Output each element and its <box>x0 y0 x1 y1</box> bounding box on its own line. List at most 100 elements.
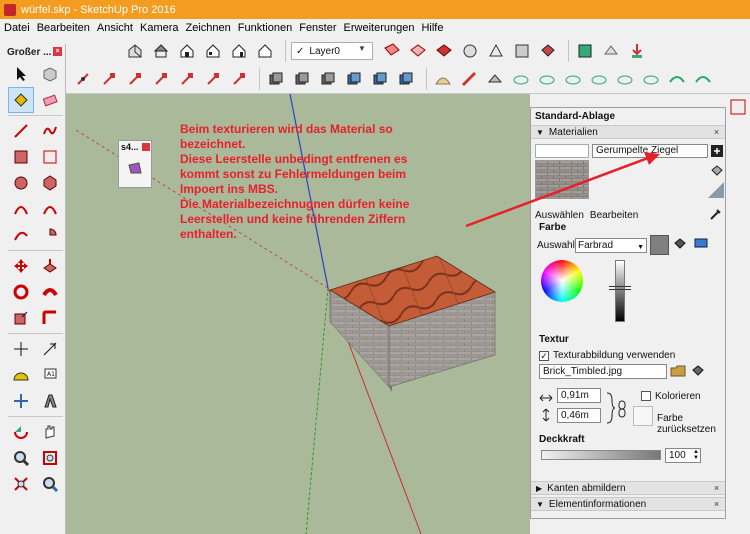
rotated-rectangle-icon[interactable] <box>37 144 63 170</box>
zoom-window-icon[interactable] <box>37 445 63 471</box>
soften-edges-header[interactable]: ▶ Kanten abmildern × <box>531 481 725 495</box>
axes-v-icon[interactable] <box>150 68 172 90</box>
paint-bucket-icon[interactable] <box>8 87 34 113</box>
color-picker-dropdown[interactable]: Farbrad ▼ <box>575 238 647 253</box>
add-detail-icon[interactable] <box>536 68 558 90</box>
follow-me-icon[interactable] <box>37 279 63 305</box>
smoove-icon[interactable] <box>458 68 480 90</box>
browse-folder-icon[interactable] <box>670 364 686 378</box>
entity-info-header[interactable]: ▼ Elementinformationen × <box>531 497 725 511</box>
close-icon[interactable] <box>142 143 150 151</box>
close-icon[interactable]: × <box>712 484 721 493</box>
texture-height-field[interactable]: 0,46m <box>557 408 601 423</box>
extra-tool-icon[interactable] <box>726 94 750 124</box>
freehand-icon[interactable] <box>37 118 63 144</box>
stamp-icon[interactable] <box>484 68 506 90</box>
close-icon[interactable]: × <box>712 500 721 509</box>
sandbox-icon[interactable] <box>432 68 454 90</box>
rectangle-tool-icon[interactable] <box>8 144 34 170</box>
menu-bearbeiten[interactable]: Bearbeiten <box>37 22 90 34</box>
create-material-icon[interactable] <box>710 144 724 158</box>
section-cut-icon[interactable] <box>407 40 429 62</box>
eraser-icon[interactable] <box>37 87 63 113</box>
back-view-icon[interactable] <box>228 40 250 62</box>
menu-datei[interactable]: Datei <box>4 22 30 34</box>
sandbox-scratch-icon[interactable] <box>692 68 714 90</box>
section-plane-icon[interactable] <box>381 40 403 62</box>
drape-icon[interactable] <box>510 68 532 90</box>
zoom-icon[interactable] <box>8 445 34 471</box>
wireframe-icon[interactable] <box>511 40 533 62</box>
arc-tool-icon[interactable] <box>8 196 34 222</box>
current-color-swatch[interactable] <box>650 235 669 255</box>
pie-tool-icon[interactable] <box>37 222 63 248</box>
terrain-icon[interactable] <box>588 68 610 90</box>
solid-split-icon[interactable] <box>395 68 417 90</box>
text-tool-icon[interactable]: A1 <box>37 362 63 388</box>
left-view-icon[interactable] <box>254 40 276 62</box>
pan-icon[interactable] <box>37 419 63 445</box>
top-view-icon[interactable] <box>150 40 172 62</box>
axes-f-icon[interactable] <box>228 68 250 90</box>
menu-ansicht[interactable]: Ansicht <box>97 22 133 34</box>
line-tool-icon[interactable] <box>8 118 34 144</box>
component-stack-icon[interactable] <box>265 68 287 90</box>
3d-text-icon[interactable] <box>37 388 63 414</box>
previous-view-icon[interactable] <box>37 471 63 497</box>
zoom-extents-icon[interactable] <box>8 471 34 497</box>
axes-j-icon[interactable] <box>98 68 120 90</box>
match-screen-color-icon[interactable] <box>694 237 708 251</box>
shaded-icon[interactable] <box>537 40 559 62</box>
brightness-slider[interactable] <box>615 260 625 322</box>
opacity-value-field[interactable]: 100 ▲ ▼ <box>665 448 701 463</box>
chain-link-icon[interactable] <box>617 400 631 418</box>
solid-subtract-icon[interactable] <box>317 68 339 90</box>
solid-intersect-icon[interactable] <box>343 68 365 90</box>
grid-icon[interactable] <box>666 68 688 90</box>
texture-file-field[interactable]: Brick_Timbled.jpg <box>539 364 667 379</box>
iso-view-icon[interactable] <box>124 40 146 62</box>
sample-paint-icon[interactable] <box>710 164 724 178</box>
axes-x-icon[interactable] <box>202 68 224 90</box>
axes-icon[interactable] <box>72 68 94 90</box>
share-model-icon[interactable] <box>600 40 622 62</box>
section-fill-icon[interactable] <box>433 40 455 62</box>
polygon-tool-icon[interactable] <box>37 170 63 196</box>
default-material-icon[interactable] <box>708 182 724 198</box>
solid-union-icon[interactable] <box>291 68 313 90</box>
menu-funktionen[interactable]: Funktionen <box>238 22 292 34</box>
contour-icon[interactable] <box>614 68 636 90</box>
scale-tool-icon[interactable] <box>8 305 34 331</box>
layer-dropdown[interactable]: ✓ Layer0 ▼ <box>291 42 373 60</box>
arc-3point-icon[interactable] <box>8 222 34 248</box>
extension-warehouse-icon[interactable] <box>626 40 648 62</box>
right-view-icon[interactable] <box>202 40 224 62</box>
colorize-checkbox[interactable] <box>641 391 651 401</box>
spinner-arrows-icon[interactable]: ▲ ▼ <box>693 449 699 461</box>
component-tool-icon[interactable] <box>37 61 63 87</box>
opacity-slider[interactable] <box>541 450 661 460</box>
color-wheel[interactable] <box>541 260 583 302</box>
reset-color-button[interactable] <box>633 406 653 426</box>
push-pull-icon[interactable] <box>37 253 63 279</box>
warehouse-icon[interactable] <box>574 40 596 62</box>
edit-texture-icon[interactable] <box>691 364 705 378</box>
orbit-icon[interactable] <box>8 419 34 445</box>
protractor-icon[interactable] <box>8 362 34 388</box>
flip-edge-icon[interactable] <box>562 68 584 90</box>
axes-tool-icon[interactable] <box>8 388 34 414</box>
texture-width-field[interactable]: 0,91m <box>557 388 601 403</box>
menu-erweiterungen[interactable]: Erweiterungen <box>344 22 415 34</box>
tab-auswaehlen[interactable]: Auswählen <box>535 210 584 222</box>
move-tool-icon[interactable] <box>8 253 34 279</box>
brightness-slider-handle[interactable] <box>609 286 631 290</box>
materials-section-header[interactable]: ▼ Materialien × <box>531 125 725 139</box>
offset-tool-icon[interactable] <box>37 305 63 331</box>
texture-mapping-checkbox[interactable]: ✓ <box>539 351 549 361</box>
eyedropper-icon[interactable] <box>709 207 723 221</box>
axes-n-icon[interactable] <box>176 68 198 90</box>
back-edges-icon[interactable] <box>485 40 507 62</box>
tape-measure-icon[interactable] <box>8 336 34 362</box>
solid-trim-icon[interactable] <box>369 68 391 90</box>
front-view-icon[interactable] <box>176 40 198 62</box>
